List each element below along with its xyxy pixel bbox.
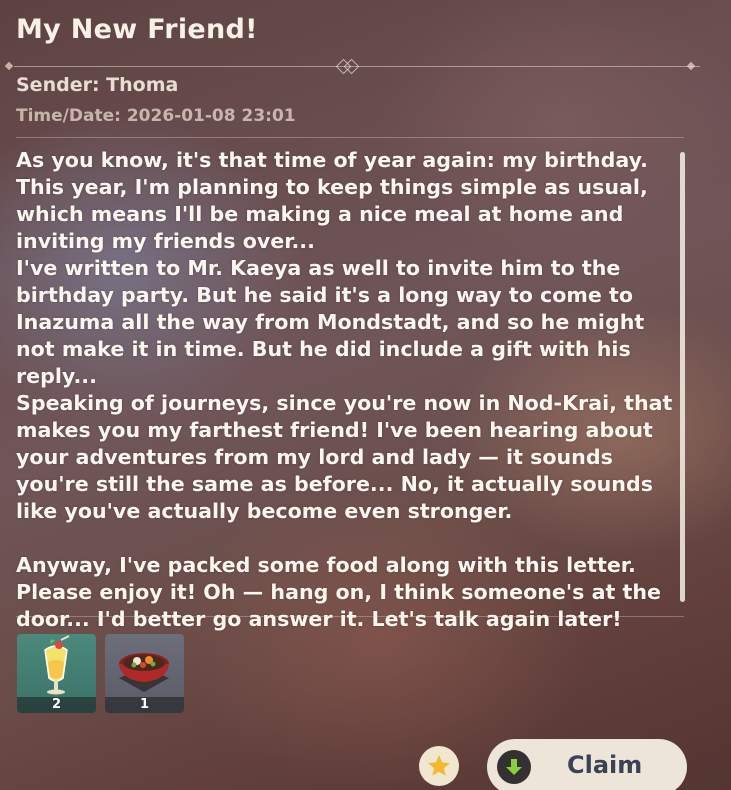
star-icon: [428, 755, 450, 776]
mail-body: As you know, it's that time of year agai…: [16, 148, 673, 631]
mail-sender: Sender: Thoma: [16, 74, 179, 96]
download-arrow-icon: [497, 750, 531, 784]
attachment-item-hotpot[interactable]: 1: [105, 634, 184, 713]
favorite-button[interactable]: [419, 746, 459, 786]
body-divider: [16, 616, 684, 617]
mail-title: My New Friend!: [16, 14, 258, 45]
claim-label: Claim: [567, 751, 643, 779]
hotpot-dish-icon: [119, 653, 169, 692]
drink-icon: [44, 635, 70, 695]
attachment-count: 2: [17, 697, 96, 713]
attachment-item-drink[interactable]: 2: [17, 634, 96, 713]
attachment-count: 1: [105, 697, 184, 713]
title-divider: [0, 58, 700, 75]
header-divider: [16, 137, 684, 138]
mail-body-scrollbar[interactable]: [680, 152, 685, 602]
mail-timedate: Time/Date: 2026-01-08 23:01: [16, 106, 296, 126]
claim-button[interactable]: Claim: [487, 739, 687, 790]
